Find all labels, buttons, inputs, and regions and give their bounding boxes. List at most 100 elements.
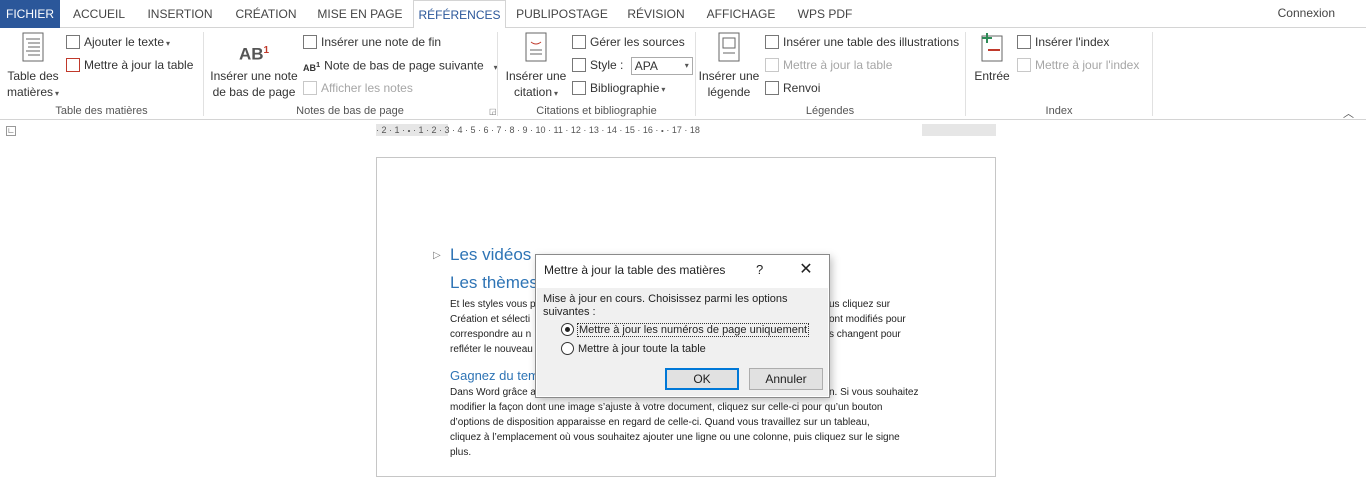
radio-entire-table[interactable]: Mettre à jour toute la table	[561, 341, 706, 357]
mark-entry-icon	[981, 33, 1003, 62]
dialog-message: Mise à jour en cours. Choisissez parmi l…	[543, 293, 788, 318]
heading-videos: Les vidéos	[450, 245, 532, 264]
paragraph-line: modifier la façon dont une image s’ajust…	[450, 402, 883, 413]
group-label-captions: Légendes	[805, 105, 855, 117]
style-icon	[572, 57, 586, 72]
tab-accueil[interactable]: ACCUEIL	[66, 0, 132, 28]
paragraph-line: Création et sélecti	[450, 314, 531, 325]
update-table-icon	[765, 57, 779, 72]
group-label-toc: Table des matières	[55, 105, 148, 117]
tab-selector-icon[interactable]: ∟	[6, 126, 16, 136]
paragraph-line: Et les styles vous p	[450, 299, 536, 310]
radio-label: Mettre à jour toute la table	[578, 343, 706, 355]
style-dropdown[interactable]: APA ▾	[630, 56, 693, 75]
paragraph-line: correspondre au n	[450, 329, 532, 340]
ruler-ticks: · 2 · 1 · 🞄 · 1 · 2 · 3 · 4 · 5 · 6 · 7 …	[376, 125, 700, 135]
paragraph-line: ont modifiés pour	[829, 314, 906, 325]
group-divider	[203, 32, 204, 116]
toc-label-line1: Table des	[7, 69, 59, 83]
endnote-icon	[303, 34, 317, 49]
paragraph-line: cliquez à l’emplacement où vous souhaite…	[450, 432, 900, 443]
tab-creation[interactable]: CRÉATION	[228, 0, 304, 28]
update-figures-table-button[interactable]: Mettre à jour la table	[765, 55, 892, 75]
update-table-icon	[66, 57, 80, 72]
mark-entry-button[interactable]: Entrée	[970, 32, 1014, 100]
dialog-launcher-icon[interactable]: ◲	[489, 107, 497, 116]
citation-label-line2: citation ▾	[513, 85, 559, 99]
toc-label-line2: matières ▾	[6, 85, 60, 99]
insert-citation-button[interactable]: Insérer une citation ▾	[502, 32, 570, 100]
ribbon: Table des matières ▾ Ajouter le texte ▾ Me…	[0, 28, 1366, 120]
paragraph-line: us cliquez sur	[829, 299, 891, 310]
tab-publipostage[interactable]: PUBLIPOSTAGE	[514, 0, 610, 28]
bibliography-icon	[572, 80, 586, 95]
group-label-citations: Citations et bibliographie	[536, 105, 657, 117]
update-table-button[interactable]: Mettre à jour la table	[66, 55, 193, 75]
insert-table-of-figures-button[interactable]: Insérer une table des illustrations	[765, 32, 959, 52]
tab-revision[interactable]: RÉVISION	[620, 0, 692, 28]
update-toc-dialog: Mettre à jour la table des matières ? ✕ …	[535, 254, 830, 398]
horizontal-ruler[interactable]: · 2 · 1 · 🞄 · 1 · 2 · 3 · 4 · 5 · 6 · 7 …	[376, 124, 996, 136]
cross-reference-icon	[765, 80, 779, 95]
tab-mise-en-page[interactable]: MISE EN PAGE	[312, 0, 408, 28]
insert-caption-button[interactable]: Insérer une légende	[698, 32, 760, 100]
radio-label: Mettre à jour les numéros de page unique…	[576, 323, 810, 337]
radio-unselected-icon	[561, 341, 574, 355]
footnote-label-line1: Insérer une note	[210, 69, 298, 83]
group-divider	[497, 32, 498, 116]
insert-citation-icon	[525, 32, 547, 62]
style-label: Style :	[590, 58, 624, 72]
help-icon[interactable]: ?	[756, 262, 763, 277]
insert-endnote-button[interactable]: Insérer une note de fin	[303, 32, 441, 52]
radio-selected-icon	[561, 322, 574, 336]
add-text-button[interactable]: Ajouter le texte ▾	[66, 32, 170, 52]
manage-sources-button[interactable]: Gérer les sources	[572, 32, 685, 52]
collapse-ribbon-icon[interactable]: ︿	[1343, 105, 1354, 121]
tab-wps-pdf[interactable]: WPS PDF	[790, 0, 860, 28]
group-divider	[695, 32, 696, 116]
chevron-down-icon: ▾	[661, 85, 666, 94]
group-label-footnotes: Notes de bas de page	[296, 105, 404, 117]
collapse-heading-icon[interactable]: ▷	[433, 250, 441, 261]
caption-label-line2: légende	[707, 85, 751, 99]
heading-themes: Les thèmes	[450, 273, 538, 292]
login-link[interactable]: Connexion	[1278, 6, 1335, 20]
paragraph-line: d’options de disposition apparaisse en r…	[450, 417, 870, 428]
bibliography-button[interactable]: Bibliographie ▾	[572, 78, 665, 98]
insert-footnote-button[interactable]: AB1 Insérer une note de bas de page	[208, 32, 300, 100]
insert-index-button[interactable]: Insérer l'index	[1017, 32, 1109, 52]
cross-reference-button[interactable]: Renvoi	[765, 78, 820, 98]
table-of-contents-icon	[22, 32, 44, 62]
chevron-down-icon: ▾	[554, 89, 559, 98]
mark-entry-label: Entrée	[974, 69, 1010, 83]
paragraph-line: s changent pour	[829, 329, 901, 340]
dialog-body: Mise à jour en cours. Choisissez parmi l…	[537, 288, 828, 396]
tab-fichier[interactable]: FICHIER	[0, 0, 60, 28]
next-footnote-button[interactable]: AB1 Note de bas de page suivante ▾	[303, 55, 498, 75]
paragraph-line: Dans Word grâce a	[450, 387, 536, 398]
manage-sources-icon	[572, 34, 586, 49]
show-notes-icon	[303, 80, 317, 95]
update-index-icon	[1017, 57, 1031, 72]
paragraph-line: refléter le nouveau	[450, 344, 533, 355]
group-divider	[965, 32, 966, 116]
paragraph-line: n. Si vous souhaitez	[829, 387, 919, 398]
ribbon-tab-bar: FICHIER ACCUEIL INSERTION CRÉATION MISE …	[0, 0, 1366, 29]
tab-references[interactable]: RÉFÉRENCES	[413, 0, 506, 29]
ok-button[interactable]: OK	[665, 368, 739, 390]
paragraph-line: plus.	[450, 447, 472, 458]
tab-affichage[interactable]: AFFICHAGE	[700, 0, 782, 28]
footnote-label-line2: de bas de page	[212, 85, 296, 99]
update-index-button[interactable]: Mettre à jour l'index	[1017, 55, 1139, 75]
footnote-icon: AB1	[238, 44, 270, 64]
style-selector: Style : APA ▾	[572, 55, 693, 75]
show-notes-button[interactable]: Afficher les notes	[303, 78, 413, 98]
radio-page-numbers-only[interactable]: Mettre à jour les numéros de page unique…	[561, 322, 810, 338]
citation-label-line1: Insérer une	[505, 69, 567, 83]
close-icon[interactable]: ✕	[798, 259, 814, 279]
table-of-contents-button[interactable]: Table des matières ▾	[4, 32, 62, 100]
cancel-button[interactable]: Annuler	[749, 368, 823, 390]
add-text-icon	[66, 34, 80, 49]
tab-insertion[interactable]: INSERTION	[140, 0, 220, 28]
chevron-down-icon: ▾	[684, 60, 689, 70]
